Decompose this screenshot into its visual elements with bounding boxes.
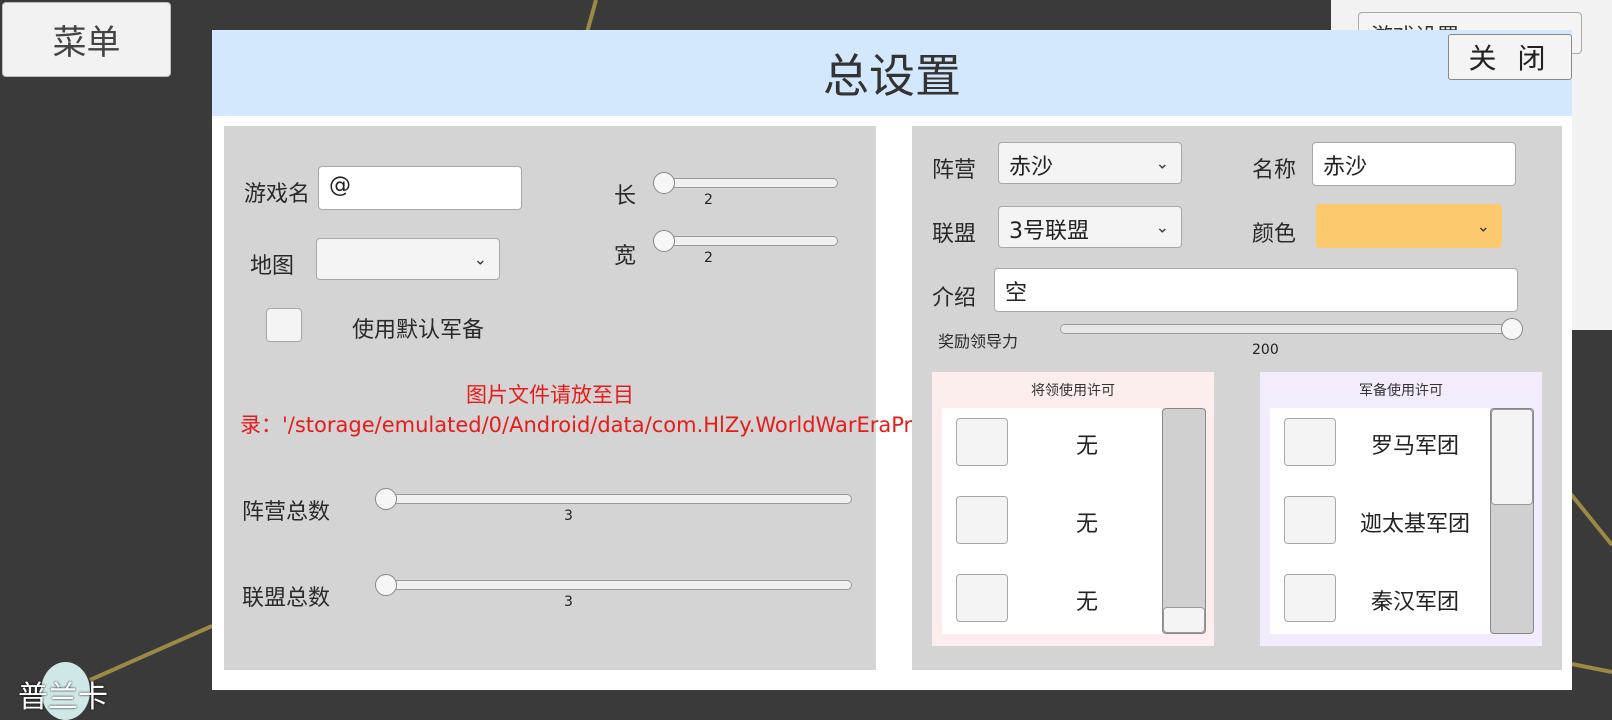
chevron-down-icon: ⌄: [473, 249, 487, 269]
alliance-value: 3号联盟: [1009, 219, 1089, 244]
city-label: 普兰卡: [18, 680, 108, 715]
chevron-down-icon: ⌄: [1476, 216, 1490, 236]
general-permission-checkbox[interactable]: [956, 574, 1008, 622]
width-slider-handle[interactable]: [653, 230, 675, 252]
equipment-permission-item: 罗马军团: [1370, 434, 1459, 459]
general-permission-scrollbar[interactable]: [1162, 408, 1206, 634]
camp-total-slider-handle[interactable]: [375, 488, 397, 510]
camp-total-value: 3: [564, 508, 573, 524]
close-button[interactable]: 关 闭: [1448, 34, 1572, 80]
equipment-permission-item: 迦太基军团: [1359, 512, 1470, 537]
reward-leadership-label: 奖励领导力: [938, 332, 1019, 351]
length-value: 2: [704, 192, 713, 208]
menu-button[interactable]: 菜单: [2, 2, 171, 77]
reward-leadership-slider-handle[interactable]: [1501, 318, 1523, 340]
name-input[interactable]: 赤沙: [1312, 142, 1516, 186]
camp-dropdown[interactable]: 赤沙 ⌄: [998, 142, 1182, 184]
equipment-permission-scroll-handle[interactable]: [1491, 409, 1533, 505]
alliance-dropdown[interactable]: 3号联盟 ⌄: [998, 206, 1182, 248]
general-permission-scroll-handle[interactable]: [1163, 607, 1205, 633]
reward-leadership-value: 200: [1252, 342, 1279, 358]
general-permission-title: 将领使用许可: [1031, 383, 1115, 399]
camp-total-label: 阵营总数: [242, 500, 331, 525]
length-label: 长: [614, 184, 637, 209]
game-name-label: 游戏名: [244, 182, 311, 207]
length-slider[interactable]: [653, 172, 838, 194]
general-permission-box: 将领使用许可 无 无 无: [932, 372, 1214, 646]
game-settings-panel: 游戏名 @ 地图 ⌄ 长 2 宽 2 使用默认军备 图片文件请放至目录：'/st…: [224, 126, 1177, 670]
general-permission-checkbox[interactable]: [956, 418, 1008, 466]
equipment-permission-checkbox[interactable]: [1284, 574, 1336, 622]
game-name-input[interactable]: @: [318, 166, 522, 210]
chevron-down-icon: ⌄: [1155, 217, 1169, 237]
alliance-total-value: 3: [564, 594, 573, 610]
default-equipment-label: 使用默认军备: [352, 318, 485, 343]
equipment-permission-title: 军备使用许可: [1359, 383, 1443, 399]
reward-leadership-slider-fill: [1061, 325, 1517, 333]
dialog-title: 总设置: [823, 49, 961, 103]
general-settings-dialog: 总设置 关 闭 游戏名 @ 地图 ⌄ 长 2 宽 2 使用默认军备 图片文件请放…: [212, 30, 1572, 690]
equipment-permission-item: 秦汉军团: [1370, 590, 1459, 615]
map-dropdown[interactable]: ⌄: [316, 238, 500, 280]
general-permission-item: 无: [1075, 512, 1098, 537]
map-label: 地图: [250, 254, 295, 279]
length-slider-handle[interactable]: [653, 172, 675, 194]
name-label: 名称: [1252, 158, 1297, 183]
default-equipment-checkbox[interactable]: [266, 308, 302, 342]
general-permission-item: 无: [1075, 590, 1098, 615]
alliance-total-slider[interactable]: [375, 574, 852, 596]
equipment-permission-list: 罗马军团 迦太基军团 秦汉军团: [1270, 408, 1490, 634]
width-label: 宽: [614, 244, 637, 269]
image-path-notice: 图片文件请放至目录：'/storage/emulated/0/Android/d…: [240, 383, 1177, 437]
intro-input[interactable]: 空: [994, 268, 1518, 312]
intro-label: 介绍: [932, 286, 977, 311]
general-permission-item: 无: [1075, 434, 1098, 459]
general-permission-checkbox[interactable]: [956, 496, 1008, 544]
alliance-label: 联盟: [932, 222, 977, 247]
equipment-permission-checkbox[interactable]: [1284, 418, 1336, 466]
equipment-permission-scrollbar[interactable]: [1490, 408, 1534, 634]
chevron-down-icon: ⌄: [1155, 153, 1169, 173]
equipment-permission-checkbox[interactable]: [1284, 496, 1336, 544]
color-label: 颜色: [1252, 222, 1297, 247]
equipment-permission-box: 军备使用许可 罗马军团 迦太基军团 秦汉军团: [1260, 372, 1542, 646]
camp-total-slider[interactable]: [375, 488, 852, 510]
alliance-total-label: 联盟总数: [242, 586, 331, 611]
reward-leadership-slider[interactable]: [1060, 318, 1523, 340]
camp-value: 赤沙: [1009, 155, 1054, 180]
camp-label: 阵营: [932, 158, 977, 183]
width-value: 2: [704, 250, 713, 266]
width-slider[interactable]: [653, 230, 838, 252]
alliance-total-slider-handle[interactable]: [375, 574, 397, 596]
color-dropdown[interactable]: ⌄: [1316, 204, 1502, 248]
camp-settings-panel: 阵营 赤沙 ⌄ 名称 赤沙 联盟 3号联盟 ⌄ 颜色 ⌄ 介绍 空 奖励领导力 …: [912, 126, 1562, 670]
general-permission-list: 无 无 无: [942, 408, 1162, 634]
